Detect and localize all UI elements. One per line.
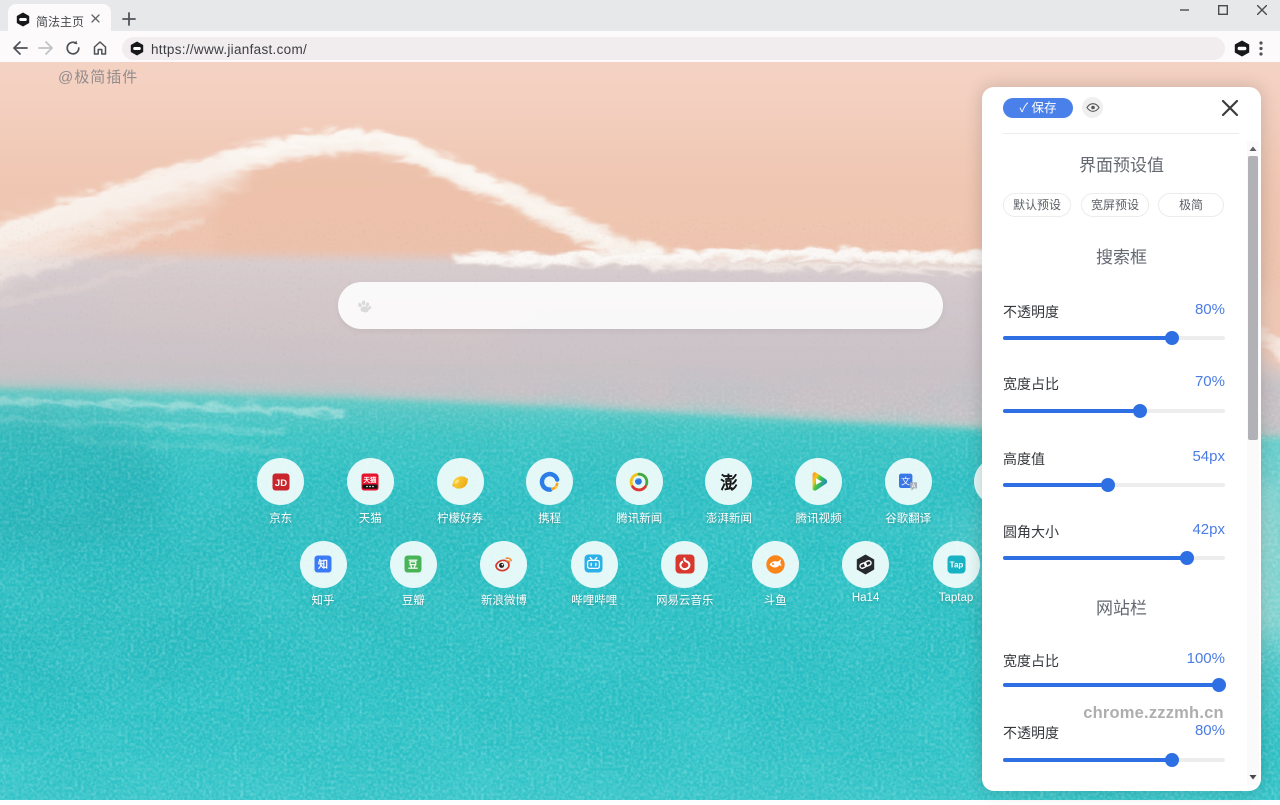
svg-text:知: 知 xyxy=(317,558,328,571)
svg-text:JD: JD xyxy=(275,477,287,488)
svg-text:豆: 豆 xyxy=(408,559,418,571)
svg-text:天猫: 天猫 xyxy=(364,475,378,484)
svg-text:文: 文 xyxy=(901,475,910,486)
svg-text:Tap: Tap xyxy=(949,560,963,569)
svg-text:澎: 澎 xyxy=(720,473,738,493)
svg-text:A: A xyxy=(912,483,916,489)
